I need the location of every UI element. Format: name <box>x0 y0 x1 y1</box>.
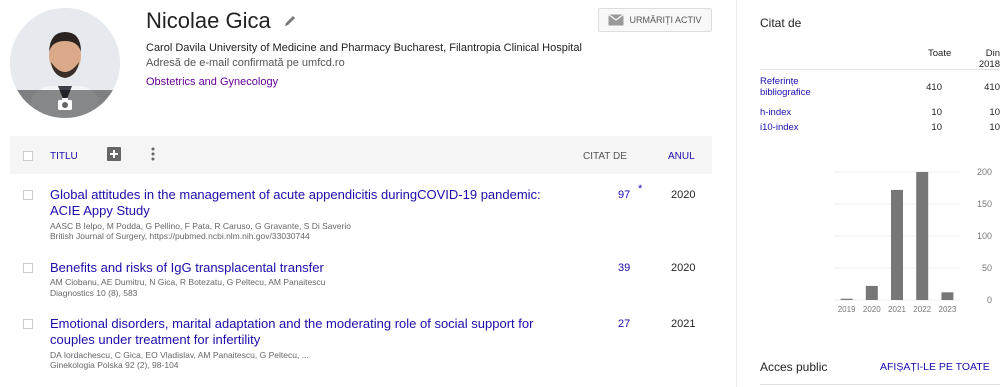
show-all-link[interactable]: AFIȘAȚI-LE PE TOATE <box>880 361 990 373</box>
row-checkbox[interactable] <box>23 319 33 329</box>
cited-by-title: Citat de <box>760 16 802 30</box>
chart-bar-2020[interactable] <box>865 285 878 300</box>
x-tick-label: 2019 <box>838 305 856 314</box>
sort-by-title[interactable]: TITLU <box>50 151 78 162</box>
interest-link[interactable]: Obstetrics and Gynecology <box>146 76 278 88</box>
metric-label[interactable]: h-index <box>760 107 840 118</box>
article-title[interactable]: Emotional disorders, marital adaptation … <box>50 316 570 348</box>
follow-button[interactable]: URMĂRIȚI ACTIV <box>598 8 712 32</box>
article-venue: Diagnostics 10 (8), 583 <box>50 288 138 298</box>
x-tick-label: 2021 <box>888 305 906 314</box>
change-photo-button[interactable] <box>10 90 120 118</box>
article-authors: AM Ciobanu, AE Dumitru, N Gica, R Boteza… <box>50 277 326 287</box>
cited-count[interactable]: 97 <box>618 189 630 201</box>
citations-per-year-chart: 0 50 100 150 200 2019 2020 2021 2022 2023 <box>834 167 992 314</box>
metric-value-all: 10 <box>931 122 942 133</box>
y-tick-label: 100 <box>977 231 992 241</box>
more-options-icon[interactable] <box>150 146 156 162</box>
x-tick-label: 2020 <box>863 305 881 314</box>
metric-value-since: 410 <box>984 82 1000 93</box>
camera-icon <box>58 98 72 110</box>
y-tick-label: 0 <box>987 295 992 305</box>
row-checkbox[interactable] <box>23 190 33 200</box>
mail-icon <box>608 14 625 26</box>
profile-name: Nicolae Gica <box>146 8 271 33</box>
edit-pencil-icon[interactable] <box>283 14 297 28</box>
add-article-icon[interactable] <box>107 147 121 161</box>
cited-count[interactable]: 27 <box>618 318 630 330</box>
sort-by-cited[interactable]: CITAT DE <box>583 151 627 162</box>
article-year: 2020 <box>671 189 696 201</box>
col-header-all: Toate <box>928 48 952 59</box>
article-title[interactable]: Global attitudes in the management of ac… <box>50 187 570 219</box>
public-access-label: Acces public <box>760 360 828 374</box>
access-divider <box>760 384 1000 385</box>
profile-info: Nicolae Gica Carol Davila University of … <box>146 8 606 90</box>
chart-bar-2022[interactable] <box>916 172 929 300</box>
article-year: 2021 <box>671 318 696 330</box>
article-authors: AASC B Ielpo, M Podda, G Pellino, F Pata… <box>50 221 351 231</box>
metric-value-all: 410 <box>926 82 942 93</box>
y-tick-label: 200 <box>977 167 992 177</box>
article-year: 2020 <box>671 262 696 274</box>
chart-bar-2023[interactable] <box>941 292 954 300</box>
article-authors: DA Iordachescu, C Gica, EO Vladislav, AM… <box>50 350 309 360</box>
profile-email: Adresă de e-mail confirmată pe umfcd.ro <box>146 57 345 69</box>
col-header-since: Din 2018 <box>978 48 1000 70</box>
article-venue: British Journal of Surgery, https://pubm… <box>50 231 310 241</box>
profile-photo[interactable] <box>10 8 120 118</box>
y-tick-label: 50 <box>982 263 992 273</box>
select-all-checkbox[interactable] <box>23 151 33 161</box>
x-tick-label: 2022 <box>913 305 931 314</box>
y-tick-label: 150 <box>977 199 992 209</box>
article-venue: Ginekologia Polska 92 (2), 98-104 <box>50 360 179 370</box>
metric-label[interactable]: Referințe bibliografice <box>760 76 840 98</box>
sort-by-year[interactable]: ANUL <box>668 151 695 162</box>
x-tick-label: 2023 <box>939 305 957 314</box>
profile-affiliation: Carol Davila University of Medicine and … <box>146 42 582 54</box>
stats-divider <box>760 69 998 70</box>
metric-value-since: 10 <box>989 107 1000 118</box>
metric-value-all: 10 <box>931 107 942 118</box>
cited-count[interactable]: 39 <box>618 262 630 274</box>
article-title[interactable]: Benefits and risks of IgG transplacental… <box>50 260 570 276</box>
follow-label: URMĂRIȚI ACTIV <box>629 15 702 25</box>
metric-value-since: 10 <box>989 122 1000 133</box>
articles-table-header: TITLU CITAT DE ANUL <box>10 136 712 174</box>
chart-bar-2019[interactable] <box>840 298 853 300</box>
row-checkbox[interactable] <box>23 263 33 273</box>
metric-label[interactable]: i10-index <box>760 122 840 133</box>
chart-bar-2021[interactable] <box>891 189 903 300</box>
merged-citation-star: * <box>638 183 643 195</box>
